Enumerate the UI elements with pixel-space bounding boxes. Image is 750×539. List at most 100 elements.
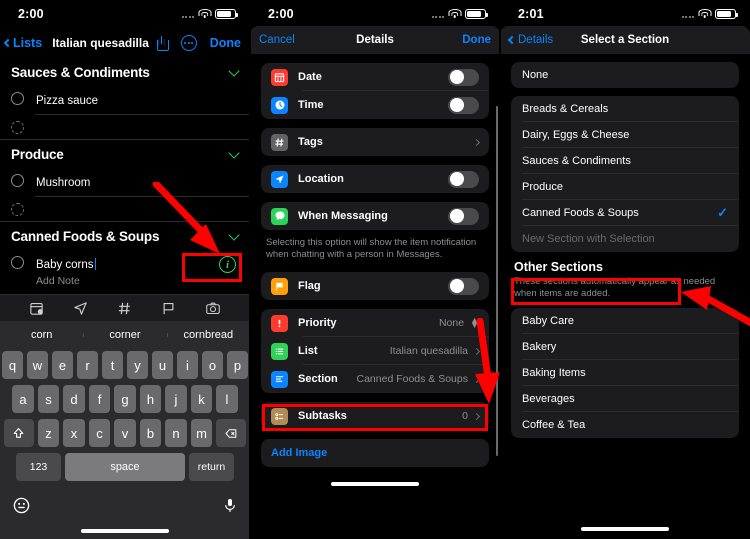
done-button[interactable]: Done xyxy=(210,36,241,50)
key-l[interactable]: l xyxy=(216,385,238,413)
hashtag-icon[interactable] xyxy=(117,301,132,316)
section-option-row[interactable]: Sauces & Condiments xyxy=(511,148,739,174)
other-section-row[interactable]: Baby Care xyxy=(511,308,739,334)
microphone-icon[interactable] xyxy=(222,496,238,515)
key-m[interactable]: m xyxy=(190,419,213,447)
key-g[interactable]: g xyxy=(114,385,136,413)
key-a[interactable]: a xyxy=(12,385,34,413)
back-to-lists-button[interactable]: Lists xyxy=(3,36,42,50)
key-y[interactable]: y xyxy=(127,351,148,379)
key-n[interactable]: n xyxy=(165,419,187,447)
row-location[interactable]: Location xyxy=(261,165,489,193)
key-c[interactable]: c xyxy=(88,419,111,447)
more-circle-icon[interactable] xyxy=(180,35,197,51)
key-k[interactable]: k xyxy=(190,385,213,413)
section-option-row[interactable]: New Section with Selection xyxy=(511,226,739,252)
key-u[interactable]: u xyxy=(152,351,173,379)
camera-icon[interactable] xyxy=(205,301,221,316)
calendar-icon[interactable] xyxy=(29,301,44,316)
other-section-row[interactable]: Beverages xyxy=(511,386,739,412)
key-q[interactable]: q xyxy=(2,351,23,379)
row-section[interactable]: Section Canned Foods & Soups xyxy=(261,365,489,393)
stepper-icon[interactable]: ▲ ▼ xyxy=(470,316,479,330)
vertical-scrollbar[interactable] xyxy=(496,106,498,456)
done-button[interactable]: Done xyxy=(462,34,491,46)
key-o[interactable]: o xyxy=(202,351,223,379)
row-time[interactable]: Time xyxy=(261,91,489,119)
section-option-row[interactable]: Produce xyxy=(511,174,739,200)
section-option-row[interactable]: Breads & Cereals xyxy=(511,96,739,122)
row-flag[interactable]: Flag xyxy=(261,272,489,300)
key-f[interactable]: f xyxy=(88,385,111,413)
row-when-messaging[interactable]: When Messaging xyxy=(261,202,489,230)
date-toggle[interactable] xyxy=(448,68,479,86)
key-i[interactable]: i xyxy=(177,351,198,379)
key-t[interactable]: t xyxy=(102,351,123,379)
location-toggle[interactable] xyxy=(448,170,479,188)
share-icon[interactable] xyxy=(156,35,169,51)
key-r[interactable]: r xyxy=(77,351,98,379)
list-item-empty[interactable] xyxy=(0,115,250,139)
flag-toggle[interactable] xyxy=(448,277,479,295)
key-j[interactable]: j xyxy=(165,385,187,413)
list-item-editing[interactable]: Baby corns Add Note i xyxy=(0,250,250,292)
checkbox-bubble[interactable] xyxy=(11,256,24,269)
location-arrow-icon[interactable] xyxy=(73,301,88,316)
row-tags[interactable]: Tags xyxy=(261,128,489,156)
key-h[interactable]: h xyxy=(139,385,162,413)
time-toggle[interactable] xyxy=(448,96,479,114)
back-to-details-button[interactable]: Details xyxy=(507,34,553,46)
space-key[interactable]: space xyxy=(65,453,185,481)
suggestion-1[interactable]: corner xyxy=(83,329,166,341)
key-x[interactable]: x xyxy=(63,419,85,447)
key-z[interactable]: z xyxy=(37,419,60,447)
checkbox-bubble-placeholder[interactable] xyxy=(11,121,24,134)
suggestion-2[interactable]: cornbread xyxy=(166,329,250,341)
row-priority[interactable]: Priority None ▲ ▼ xyxy=(261,309,489,337)
section-header[interactable]: Canned Foods & Soups xyxy=(0,222,250,250)
other-section-row[interactable]: Coffee & Tea xyxy=(511,412,739,438)
key-b[interactable]: b xyxy=(139,419,162,447)
chevron-down-icon[interactable] xyxy=(228,228,240,241)
shift-key[interactable] xyxy=(3,419,34,447)
info-circle-icon[interactable]: i xyxy=(219,256,236,273)
backspace-key[interactable] xyxy=(216,419,247,447)
home-indicator[interactable] xyxy=(581,527,669,531)
other-sections-title: Other Sections xyxy=(514,260,603,274)
emoji-icon[interactable] xyxy=(12,496,31,515)
list-item[interactable]: Mushroom xyxy=(0,168,250,196)
checkbox-bubble[interactable] xyxy=(11,174,24,187)
row-list[interactable]: List Italian quesadilla xyxy=(261,337,489,365)
other-section-row[interactable]: Bakery xyxy=(511,334,739,360)
checkbox-bubble[interactable] xyxy=(11,92,24,105)
key-e[interactable]: e xyxy=(52,351,73,379)
chevron-down-icon[interactable] xyxy=(228,146,240,159)
home-indicator[interactable] xyxy=(331,482,419,486)
numbers-key[interactable]: 123 xyxy=(16,453,61,481)
key-w[interactable]: w xyxy=(27,351,48,379)
checkbox-bubble-placeholder[interactable] xyxy=(11,203,24,216)
section-option-row[interactable]: Dairy, Eggs & Cheese xyxy=(511,122,739,148)
when-messaging-toggle[interactable] xyxy=(448,207,479,225)
flag-icon[interactable] xyxy=(161,301,176,316)
key-d[interactable]: d xyxy=(63,385,85,413)
chevron-down-icon[interactable] xyxy=(228,64,240,77)
section-option-row[interactable]: Canned Foods & Soups ✓ xyxy=(511,200,739,226)
section-header[interactable]: Produce xyxy=(0,140,250,168)
add-note-label[interactable]: Add Note xyxy=(36,275,239,287)
list-item[interactable]: Pizza sauce xyxy=(0,86,250,114)
return-key[interactable]: return xyxy=(189,453,234,481)
key-s[interactable]: s xyxy=(37,385,60,413)
home-indicator[interactable] xyxy=(81,529,169,533)
row-none[interactable]: None xyxy=(511,62,739,88)
section-header[interactable]: Sauces & Condiments xyxy=(0,58,250,86)
row-subtasks[interactable]: Subtasks 0 xyxy=(261,402,489,430)
list-item-empty[interactable] xyxy=(0,197,250,221)
key-v[interactable]: v xyxy=(114,419,136,447)
cancel-button[interactable]: Cancel xyxy=(259,34,295,46)
add-image-button[interactable]: Add Image xyxy=(261,439,489,467)
key-p[interactable]: p xyxy=(227,351,248,379)
row-date[interactable]: Date xyxy=(261,63,489,91)
suggestion-0[interactable]: corn xyxy=(0,329,83,341)
other-section-row[interactable]: Baking Items xyxy=(511,360,739,386)
